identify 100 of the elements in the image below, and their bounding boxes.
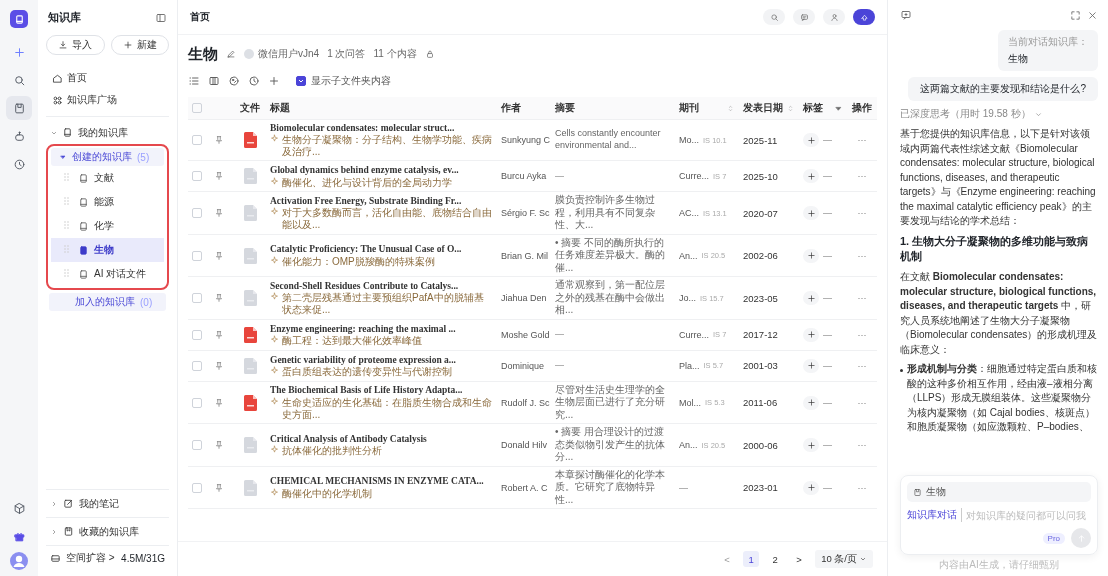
pro-badge[interactable]: Pro	[1042, 532, 1065, 544]
thinking-toggle[interactable]: 已深度思考（用时 19.58 秒）	[900, 107, 1098, 121]
row-checkbox[interactable]	[192, 171, 202, 182]
book-icon	[78, 268, 89, 280]
add-tag-button[interactable]	[803, 248, 819, 263]
add-tag-button[interactable]	[803, 291, 819, 306]
more-button[interactable]: ···	[857, 250, 867, 261]
close-icon[interactable]	[1087, 9, 1098, 21]
cube-icon[interactable]	[12, 501, 26, 515]
journal-cell: Curre...	[679, 329, 709, 340]
expand-icon[interactable]	[1070, 9, 1081, 21]
mode-label[interactable]: 知识库对话	[907, 508, 957, 522]
library-button[interactable]	[6, 96, 32, 120]
pin-icon[interactable]	[214, 208, 224, 219]
add-tag-button[interactable]	[803, 358, 819, 373]
add-tag-button[interactable]	[803, 395, 819, 410]
share-button[interactable]	[853, 9, 875, 25]
document-title[interactable]: Enzyme engineering: reaching the maximal ...	[270, 322, 493, 335]
library-item[interactable]: AI 对话文件	[51, 262, 164, 286]
library-item[interactable]: 生物	[51, 238, 164, 262]
nav-item[interactable]: 首页	[46, 67, 169, 89]
column-header: 发表日期	[743, 101, 783, 115]
columns-icon[interactable]	[208, 75, 220, 87]
row-checkbox[interactable]	[192, 397, 202, 408]
author-cell: Dominique	[501, 360, 545, 371]
document-title[interactable]: Second-Shell Residues Contribute to Catalys...	[270, 279, 493, 293]
more-button[interactable]: ···	[857, 293, 867, 304]
pin-icon[interactable]	[214, 293, 224, 304]
pin-icon[interactable]	[214, 135, 224, 146]
panel-toggle-icon[interactable]	[155, 11, 167, 24]
add-tag-button[interactable]	[803, 327, 819, 342]
document-title[interactable]: Catalytic Proficiency: The Unusual Case of O...	[270, 243, 493, 256]
more-button[interactable]: ···	[857, 397, 867, 408]
new-chat-icon[interactable]	[900, 9, 912, 21]
row-checkbox[interactable]	[192, 440, 202, 451]
row-checkbox[interactable]	[192, 329, 202, 340]
more-button[interactable]: ···	[857, 329, 867, 340]
tree-item[interactable]: 我的知识库	[46, 122, 169, 143]
page-button[interactable]: 2	[767, 551, 784, 567]
members-button[interactable]	[823, 9, 845, 25]
row-checkbox[interactable]	[192, 250, 202, 261]
more-button[interactable]: ···	[857, 135, 867, 146]
avatar-icon[interactable]	[10, 552, 28, 570]
new-button[interactable]: 新建	[110, 35, 169, 55]
document-title[interactable]: Biomolecular condensates: molecular struct...	[270, 122, 493, 135]
pin-icon[interactable]	[214, 329, 224, 340]
add-tag-button[interactable]	[803, 169, 819, 184]
add-tag-button[interactable]	[803, 438, 819, 453]
storage-link[interactable]: 空间扩容 >	[50, 547, 115, 569]
row-checkbox[interactable]	[192, 293, 202, 304]
column-header: 操作	[852, 101, 872, 115]
pin-icon[interactable]	[214, 360, 224, 371]
journal-cell: Jo...	[679, 293, 696, 304]
section-item[interactable]: 收藏的知识库	[46, 517, 169, 545]
plus-icon[interactable]	[268, 75, 280, 87]
sort-icon[interactable]	[726, 103, 735, 113]
document-title[interactable]: Global dynamics behind enzyme catalysis, ev...	[270, 164, 493, 177]
add-tag-button[interactable]	[803, 206, 819, 221]
library-item[interactable]: 文献	[51, 166, 164, 190]
row-checkbox[interactable]	[192, 482, 202, 493]
library-item[interactable]: 能源	[51, 190, 164, 214]
document-title[interactable]: Critical Analysis of Antibody Catalysis	[270, 432, 493, 446]
next-page-button[interactable]: >	[791, 551, 808, 567]
more-button[interactable]: ···	[857, 440, 867, 451]
section-item[interactable]: 我的笔记	[46, 489, 169, 517]
row-checkbox[interactable]	[192, 360, 202, 371]
pin-icon[interactable]	[214, 250, 224, 261]
clock-icon[interactable]	[248, 75, 260, 87]
nav-item[interactable]: 知识库广场	[46, 89, 169, 111]
sort-icon[interactable]	[786, 103, 795, 113]
chat-button[interactable]	[793, 9, 815, 25]
import-button[interactable]: 导入	[46, 35, 105, 55]
edit-icon[interactable]	[226, 49, 236, 59]
pin-icon[interactable]	[214, 440, 224, 451]
select-all-checkbox[interactable]	[192, 103, 202, 113]
page-button[interactable]: 1	[743, 551, 760, 567]
knowledge-chip[interactable]: 生物	[907, 482, 1091, 502]
tree-group[interactable]: 创建的知识库 (5)	[51, 148, 164, 166]
page-size-select[interactable]: 10 条/页	[815, 550, 873, 568]
document-title[interactable]: Genetic variability of proteome expression a...	[270, 353, 493, 366]
pin-icon[interactable]	[214, 397, 224, 408]
more-button[interactable]: ···	[857, 208, 867, 219]
library-item[interactable]: 化学	[51, 214, 164, 238]
list-view-icon[interactable]	[188, 75, 200, 87]
search-button[interactable]	[763, 9, 785, 25]
more-button[interactable]: ···	[857, 360, 867, 371]
pin-icon[interactable]	[214, 482, 224, 493]
tree-group[interactable]: 加入的知识库 (0)	[49, 293, 166, 311]
document-title[interactable]: Activation Free Energy, Substrate Binding Fr...	[270, 194, 493, 208]
pin-icon[interactable]	[214, 171, 224, 182]
more-button[interactable]: ···	[857, 171, 867, 182]
row-checkbox[interactable]	[192, 135, 202, 146]
add-tag-button[interactable]	[803, 133, 819, 148]
author-cell: Sunkyung C	[501, 135, 551, 146]
document-title[interactable]: The Biochemical Basis of Life History Adapta...	[270, 384, 493, 397]
document-title[interactable]: CHEMICAL MECHANISMS IN ENZYME CATA...	[270, 475, 493, 488]
subfolder-checkbox[interactable]: 显示子文件夹内容	[296, 74, 391, 88]
row-checkbox[interactable]	[192, 208, 202, 219]
more-button[interactable]: ···	[857, 482, 867, 493]
add-tag-button[interactable]	[803, 480, 819, 495]
